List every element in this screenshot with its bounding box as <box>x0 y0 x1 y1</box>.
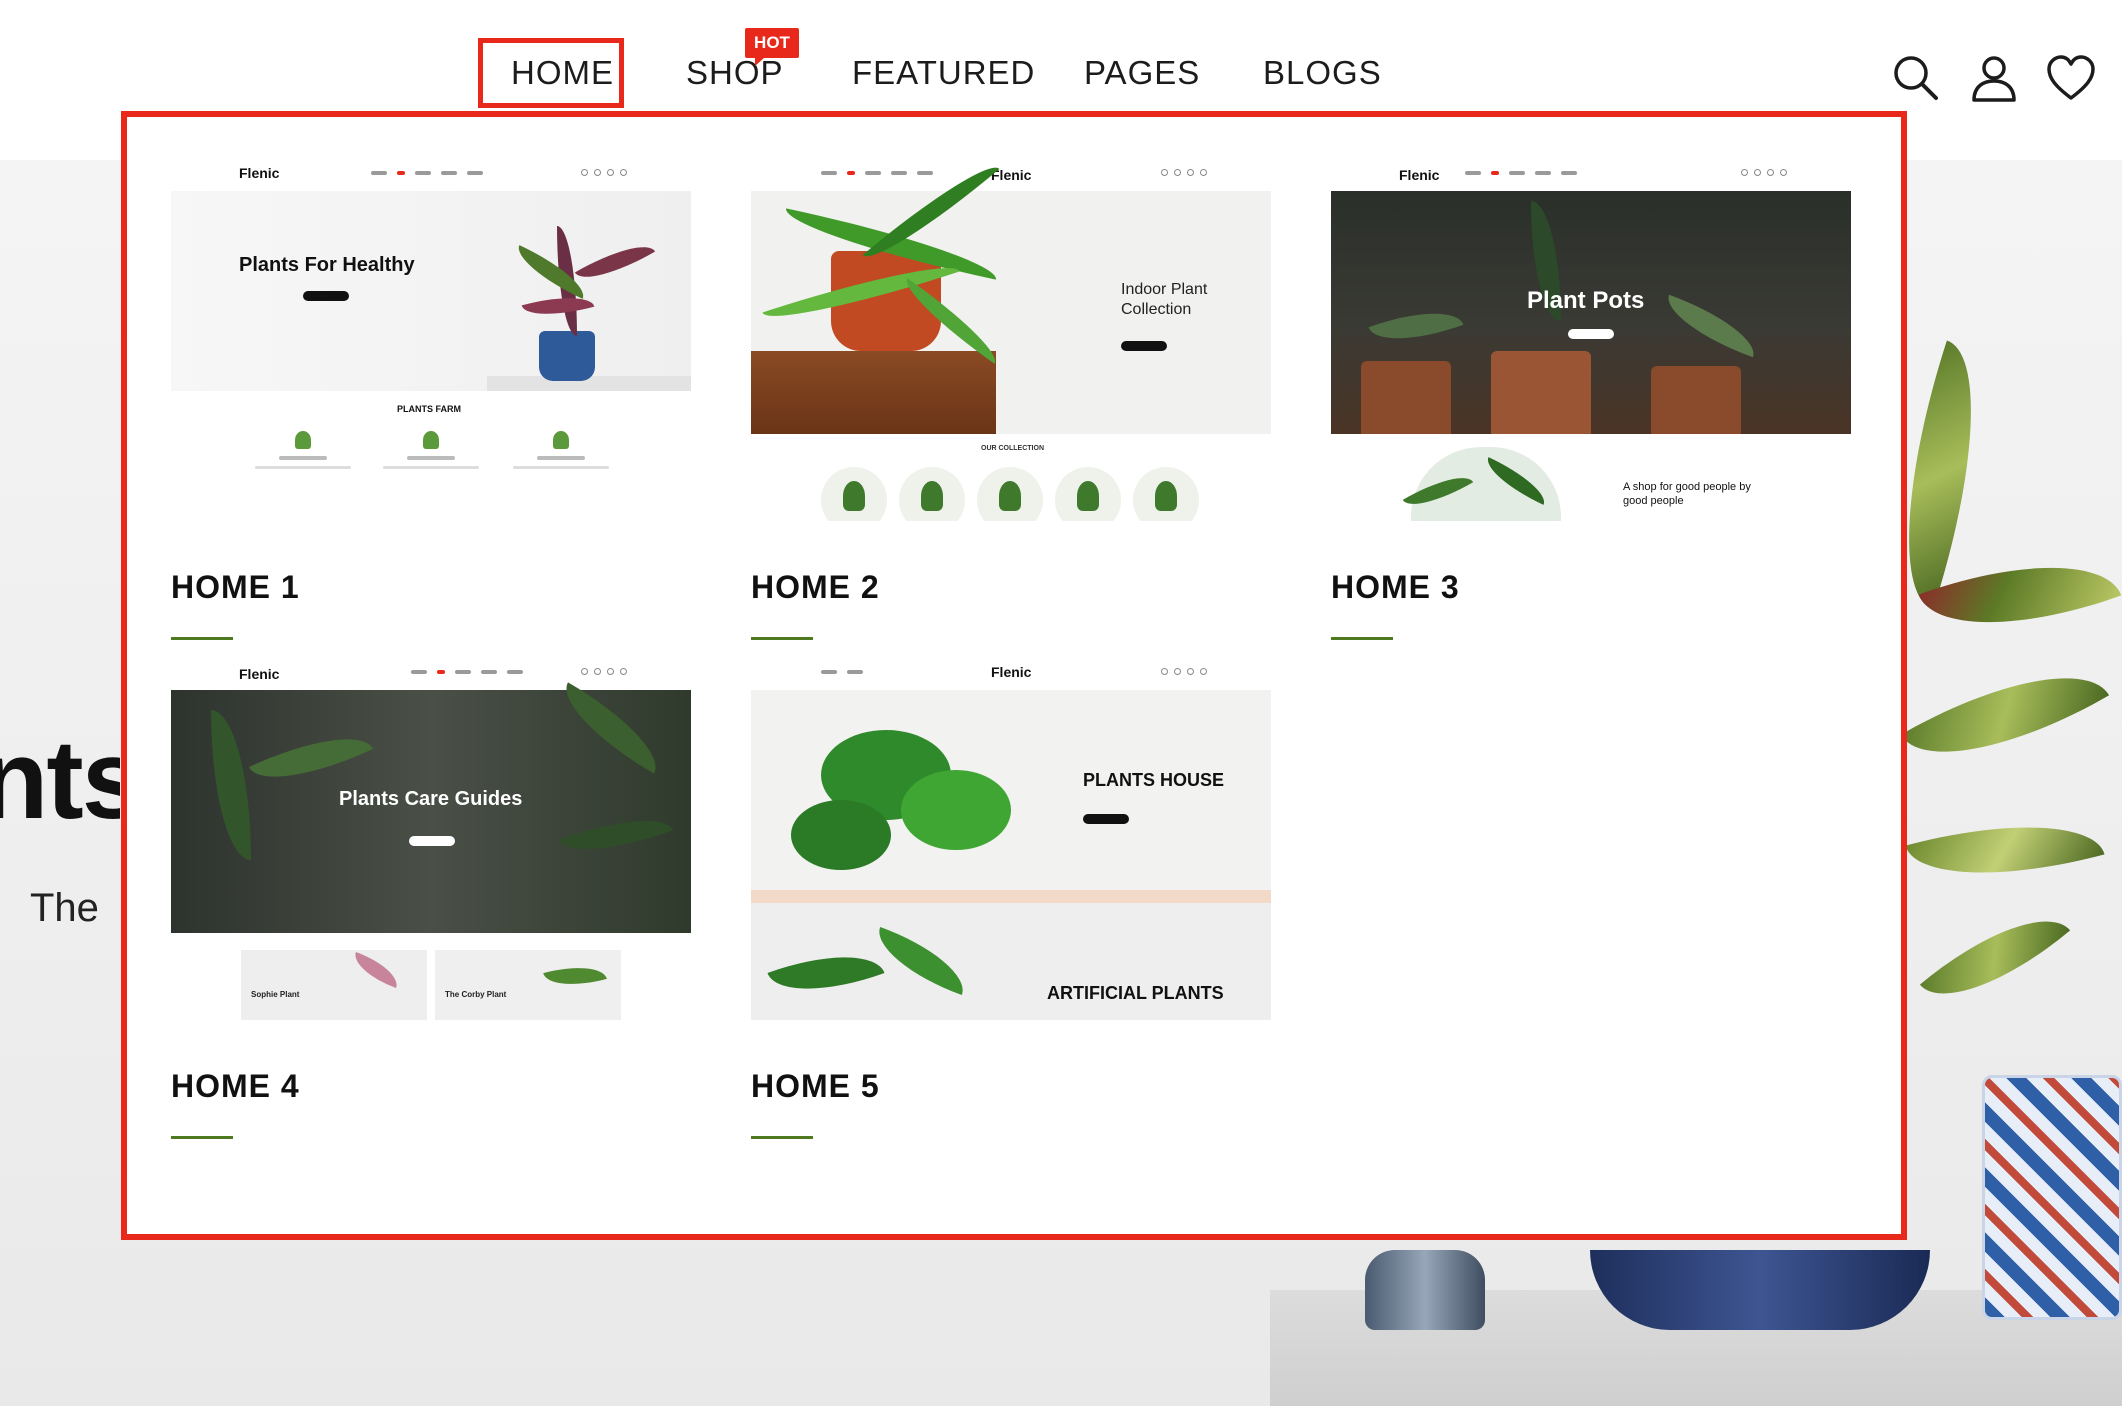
hero-pot-image <box>1590 1250 1930 1330</box>
home-1-label[interactable]: HOME 1 <box>171 569 300 606</box>
blue-pot-icon <box>539 331 595 381</box>
home-4-card[interactable]: Flenic Plants Care Guides Sophie Plant T… <box>171 660 691 1139</box>
home-2-label[interactable]: HOME 2 <box>751 569 880 606</box>
preview-headline: PLANTS HOUSE <box>1083 770 1225 790</box>
home-3-underline <box>1331 637 1393 640</box>
nav-item-blogs[interactable]: BLOGS <box>1263 54 1382 92</box>
collection-item <box>977 467 1043 521</box>
nav-item-featured[interactable]: FEATURED <box>852 54 1035 92</box>
home-5-card[interactable]: Flenic PLANTS HOUSE ARTIFICIAL PLANTS HO… <box>751 660 1271 1139</box>
preview-headline: Plant Pots <box>1527 287 1645 314</box>
home-3-preview: Flenic Plant Pots A shop for good people… <box>1331 161 1851 521</box>
terracotta-pot <box>1361 361 1451 434</box>
preview-tagline-line1: A shop for good people by <box>1623 481 1751 493</box>
preview-header: Flenic <box>751 660 1271 690</box>
home-mega-menu: Flenic Plants For Healthy PLANTS FARM HO… <box>121 111 1907 1240</box>
collection-item <box>899 467 965 521</box>
preview-banner: Plants For Healthy <box>171 191 691 391</box>
home-5-label[interactable]: HOME 5 <box>751 1068 880 1105</box>
collection-item <box>821 467 887 521</box>
blog-thumb: The Corby Plant <box>435 950 621 1020</box>
home-4-label[interactable]: HOME 4 <box>171 1068 300 1105</box>
heart-icon[interactable] <box>2045 52 2097 104</box>
terracotta-pot <box>1491 351 1591 434</box>
preview-logo: Flenic <box>1399 167 1440 183</box>
preview-headline: Plants For Healthy <box>239 254 415 276</box>
plant-icon <box>553 431 569 449</box>
home-1-underline <box>171 637 233 640</box>
preview-headline-line2: Collection <box>1121 301 1192 318</box>
home-3-label[interactable]: HOME 3 <box>1331 569 1460 606</box>
home-2-preview: Flenic Indoor Plant Collection OUR COLLE… <box>751 161 1271 521</box>
preview-headline-line1: Indoor Plant <box>1121 281 1208 298</box>
home-2-card[interactable]: Flenic Indoor Plant Collection OUR COLLE… <box>751 161 1271 640</box>
collection-item <box>1055 467 1121 521</box>
preview-banner: Plant Pots <box>1331 191 1851 434</box>
preview-header: Flenic <box>171 660 691 690</box>
hero-subtitle: The <box>30 886 99 930</box>
hero-tin-image <box>1982 1075 2122 1320</box>
wooden-table <box>751 351 996 434</box>
preview-banner: Indoor Plant Collection <box>751 161 1271 434</box>
preview-item2: The Corby Plant <box>445 990 507 999</box>
search-icon[interactable] <box>1890 52 1942 104</box>
nav-item-pages[interactable]: PAGES <box>1084 54 1200 92</box>
home-3-card[interactable]: Flenic Plant Pots A shop for good people… <box>1331 161 1851 640</box>
preview-header: Flenic <box>1331 161 1851 191</box>
preview-section-title: PLANTS FARM <box>397 404 461 414</box>
preview-headline: Plants Care Guides <box>339 788 523 810</box>
home-1-card[interactable]: Flenic Plants For Healthy PLANTS FARM HO… <box>171 161 691 640</box>
terracotta-pot <box>1651 366 1741 434</box>
preview-item1: Sophie Plant <box>251 990 300 999</box>
home-4-preview: Flenic Plants Care Guides Sophie Plant T… <box>171 660 691 1020</box>
hero-vase-image <box>1365 1250 1485 1330</box>
preview-header: Flenic <box>171 161 691 191</box>
home-5-preview: Flenic PLANTS HOUSE ARTIFICIAL PLANTS <box>751 660 1271 1020</box>
preview-header: Flenic <box>751 161 1271 191</box>
hero-title: nts <box>0 717 120 842</box>
preview-section-title: ARTIFICIAL PLANTS <box>1047 983 1224 1003</box>
collection-item <box>1133 467 1199 521</box>
preview-section: ARTIFICIAL PLANTS <box>751 903 1271 1020</box>
home-1-preview: Flenic Plants For Healthy PLANTS FARM <box>171 161 691 521</box>
home-5-underline <box>751 1136 813 1139</box>
preview-logo: Flenic <box>239 165 280 181</box>
home-4-underline <box>171 1136 233 1139</box>
preview-section-title: OUR COLLECTION <box>981 445 1044 452</box>
user-icon[interactable] <box>1968 52 2020 104</box>
nav-item-shop[interactable]: SHOP <box>686 54 784 92</box>
home-2-underline <box>751 637 813 640</box>
preview-tagline-line2: good people <box>1623 495 1684 507</box>
preview-banner: PLANTS HOUSE <box>751 690 1271 903</box>
preview-logo: Flenic <box>991 664 1032 680</box>
preview-banner: Plants Care Guides <box>171 682 691 933</box>
nav-item-home[interactable]: HOME <box>511 54 614 92</box>
plant-icon <box>295 431 311 449</box>
preview-logo: Flenic <box>239 666 280 682</box>
plant-icon <box>423 431 439 449</box>
hot-badge: HOT <box>745 28 799 66</box>
blog-thumb: Sophie Plant <box>241 950 427 1020</box>
